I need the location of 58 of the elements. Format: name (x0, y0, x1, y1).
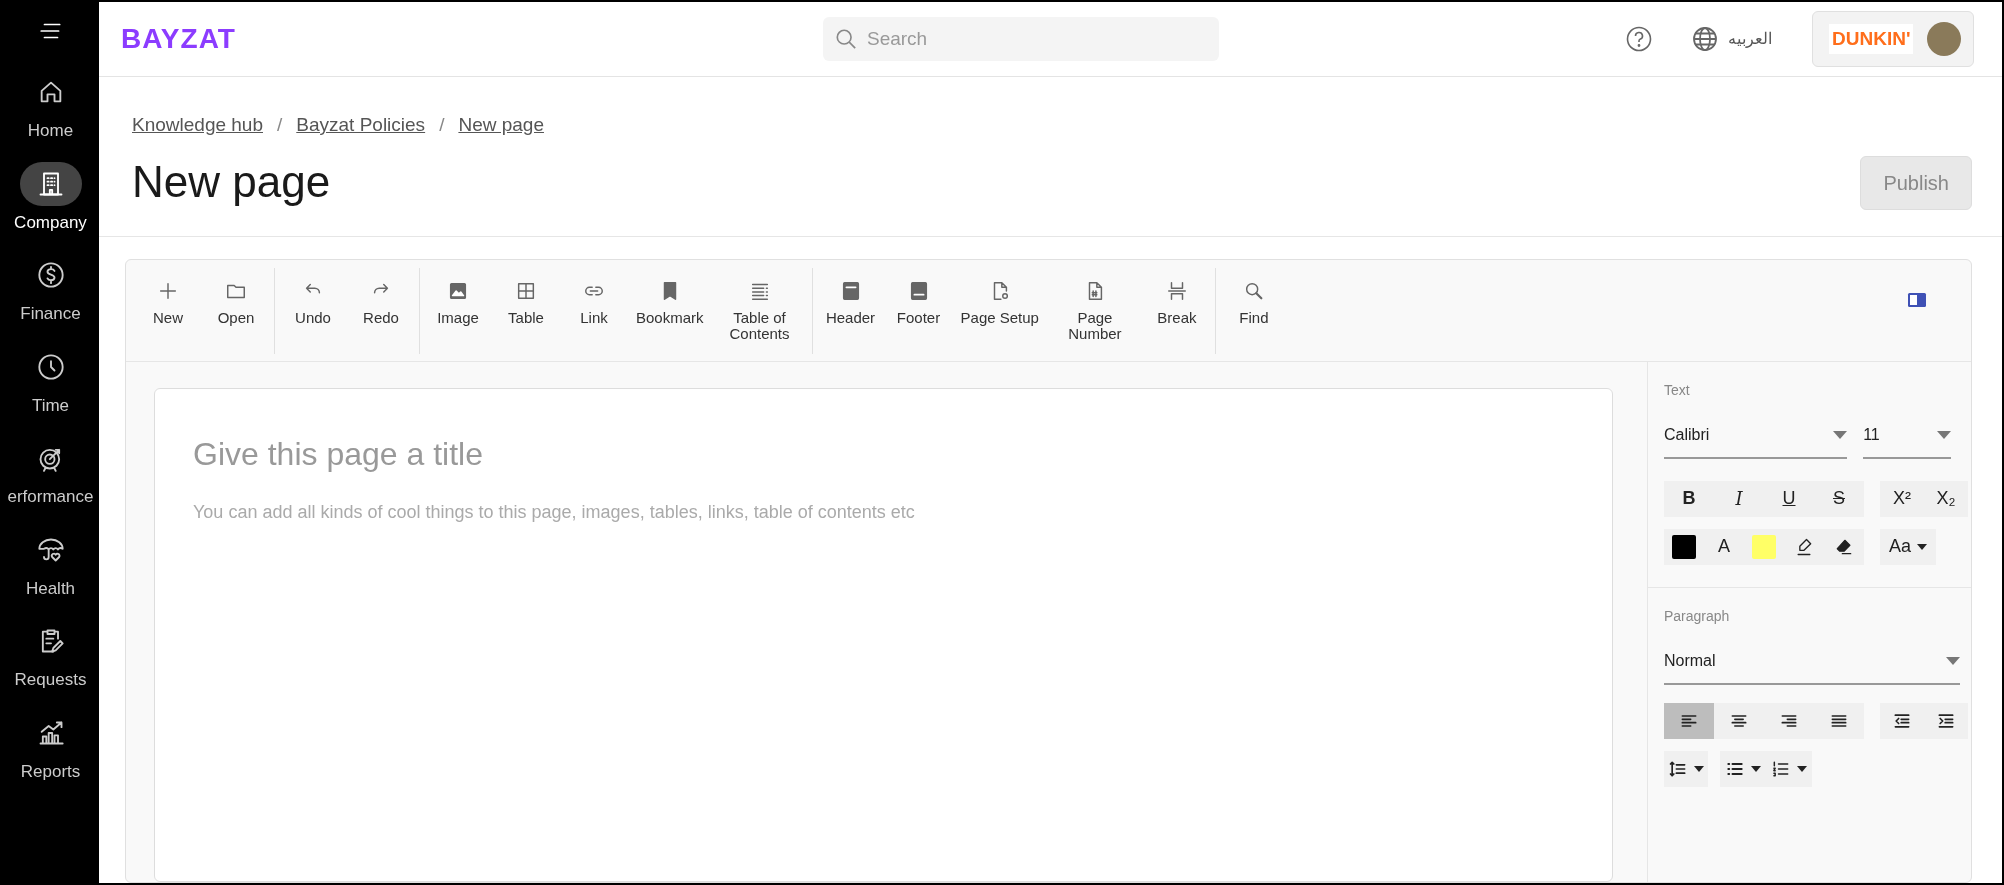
toolbar-button[interactable]: Table of Contents (711, 267, 808, 343)
toolbar-button[interactable]: Page Number (1046, 267, 1143, 343)
sidebar-item[interactable]: erformance (2, 436, 99, 510)
sidebar-item[interactable]: Time (2, 344, 99, 418)
toolbar-button[interactable]: Image (424, 267, 492, 326)
dropdown-caret-icon (1833, 430, 1848, 439)
dropdown-caret-icon (1946, 656, 1960, 665)
paragraph-style-dropdown[interactable]: Normal (1664, 644, 1960, 685)
sidebar-item[interactable]: Finance (2, 253, 99, 327)
company-logo: DUNKIN' (1829, 23, 1914, 55)
section-heading: Paragraph (1664, 606, 1731, 626)
toolbar-button[interactable]: New (134, 267, 202, 326)
text-case-button[interactable]: Aa (1880, 528, 1936, 565)
panel-toggle-icon[interactable] (1907, 291, 1927, 308)
search-field[interactable]: Search (822, 17, 1219, 61)
toolbar-button[interactable]: Header (816, 267, 885, 326)
breadcrumb-link[interactable]: Knowledge hub (132, 111, 263, 140)
sidebar-item[interactable]: Requests (2, 619, 99, 693)
clock-icon (36, 352, 65, 381)
page-title: New page (132, 156, 331, 209)
dropdown-caret-icon (1917, 543, 1927, 550)
toolbar-button[interactable]: Table (492, 267, 560, 326)
toolbar-button[interactable]: Footer (884, 267, 953, 326)
toolbar-button[interactable]: Bookmark (628, 267, 712, 326)
sidebar-item[interactable]: Company (2, 161, 99, 235)
dropdown-caret-icon (1797, 765, 1807, 772)
font-dropdown[interactable]: Calibri (1664, 418, 1848, 459)
bayzat-logo[interactable]: BAYZAT (121, 18, 236, 60)
line-spacing-button[interactable] (1664, 750, 1708, 787)
breadcrumb-link[interactable]: New page (458, 111, 544, 140)
sidebar-item[interactable]: Health (2, 527, 99, 601)
dropdown-caret-icon (1937, 430, 1951, 439)
toolbar-button[interactable]: Redo (347, 267, 415, 326)
dollar-circle-icon (36, 261, 65, 289)
dropdown-caret-icon (1751, 765, 1761, 772)
sidebar-item[interactable]: Home (2, 70, 99, 144)
help-icon[interactable] (1626, 26, 1652, 52)
breadcrumb-link[interactable]: Bayzat Policies (296, 111, 426, 140)
align-left-button[interactable] (1664, 702, 1714, 739)
section-heading: Text (1664, 380, 1691, 400)
toolbar-button[interactable]: Find (1219, 267, 1288, 326)
toolbar-button[interactable]: Break (1142, 267, 1211, 326)
font-size-dropdown[interactable]: 11 (1863, 418, 1951, 459)
dropdown-caret-icon (1694, 765, 1704, 772)
toolbar-button[interactable]: Page Setup (952, 267, 1047, 326)
toolbar-button[interactable]: Undo (279, 267, 347, 326)
toolbar-button[interactable]: Open (202, 267, 270, 326)
avatar (1927, 22, 1961, 56)
toolbar-button[interactable]: Link (560, 267, 628, 326)
page-break-icon (1165, 279, 1188, 302)
body-field[interactable]: You can add all kinds of cool things to this page, images, tables, links, table of contents etc (191, 496, 1576, 555)
breadcrumb-separator: / (439, 113, 445, 137)
globe-icon[interactable] (1692, 26, 1718, 52)
language-link[interactable]: العربيه (1728, 27, 1772, 51)
breadcrumb-separator: / (277, 113, 283, 137)
search-icon (834, 28, 857, 50)
sidebar-item[interactable]: Reports (2, 710, 99, 784)
title-field[interactable]: Give this page a title (191, 428, 1576, 479)
